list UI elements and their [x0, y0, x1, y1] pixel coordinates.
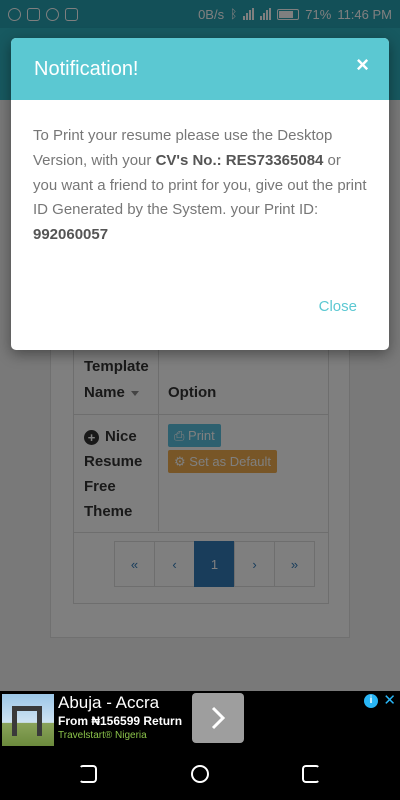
recent-apps-icon[interactable] — [302, 765, 320, 783]
cv-number: CV's No.: RES73365084 — [155, 151, 324, 169]
print-id: 992060057 — [33, 226, 109, 244]
ad-subtitle: From ₦156599 Return — [58, 714, 183, 728]
ad-close-icon[interactable]: ✕ — [383, 691, 396, 709]
ad-title: Abuja - Accra — [58, 693, 160, 712]
back-icon[interactable] — [79, 765, 97, 783]
ad-arrow-button[interactable] — [192, 693, 244, 743]
modal-title: Notification! — [34, 58, 139, 80]
chevron-right-icon — [211, 706, 226, 730]
ad-thumbnail — [2, 694, 54, 746]
modal-header: Notification! × — [11, 38, 389, 100]
modal-body: To Print your resume please use the Desk… — [11, 100, 389, 248]
close-icon[interactable]: × — [356, 54, 369, 76]
close-button[interactable]: Close — [319, 298, 357, 315]
navigation-bar — [0, 746, 400, 800]
home-icon[interactable] — [191, 765, 209, 783]
notification-modal: Notification! × To Print your resume ple… — [11, 38, 389, 350]
monument-arch-icon — [12, 706, 42, 736]
ad-banner[interactable]: Abuja - Accra From ₦156599 Return Travel… — [0, 691, 400, 746]
modal-footer: Close — [319, 298, 357, 316]
ad-brand: Travelstart® Nigeria — [58, 730, 147, 741]
ad-info-icon[interactable]: i — [364, 694, 378, 708]
